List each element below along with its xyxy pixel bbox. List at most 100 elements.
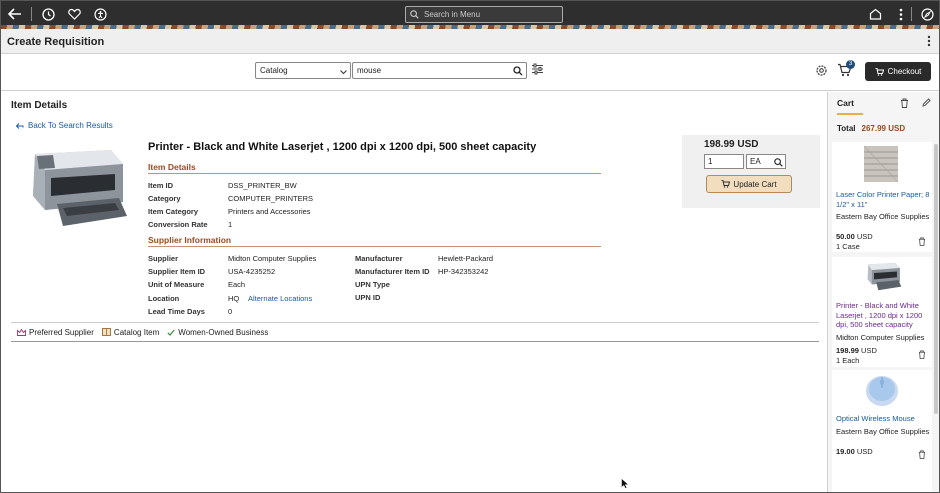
manufacturer-item-id-value: HP-342353242 bbox=[438, 267, 489, 276]
chevron-down-icon bbox=[340, 65, 347, 77]
search-type-select[interactable]: Catalog bbox=[255, 62, 351, 79]
manufacturer-item-id-label: Manufacturer Item ID bbox=[355, 267, 430, 276]
trash-icon[interactable] bbox=[918, 450, 926, 461]
supplier-label: Supplier bbox=[148, 254, 179, 263]
cart-item-currency: USD bbox=[856, 232, 873, 241]
lead-time-days-label: Lead Time Days bbox=[148, 307, 205, 316]
app-window: Search in Menu Create Requisition Catalo… bbox=[0, 0, 940, 493]
divider bbox=[911, 7, 912, 21]
cart-scrollbar[interactable] bbox=[934, 144, 938, 414]
history-icon[interactable] bbox=[40, 6, 56, 22]
top-navigation-bar: Search in Menu bbox=[1, 1, 939, 29]
checkout-label: Checkout bbox=[887, 67, 922, 76]
mouse-cursor-icon bbox=[621, 477, 630, 491]
section-divider bbox=[148, 246, 601, 247]
item-price: 198.99 USD bbox=[704, 139, 759, 150]
cart-item: Printer - Black and White Laserjet , 120… bbox=[832, 257, 932, 367]
product-image bbox=[23, 144, 129, 240]
page-title-bar: Create Requisition bbox=[1, 29, 939, 54]
item-id-label: Item ID bbox=[148, 181, 174, 190]
home-icon[interactable] bbox=[867, 6, 883, 22]
supplier-item-id-label: Supplier Item ID bbox=[148, 267, 206, 276]
category-label: Category bbox=[148, 194, 181, 203]
legend-preferred-supplier: Preferred Supplier bbox=[17, 328, 94, 337]
cart-item-supplier: Eastern Bay Office Supplies bbox=[836, 427, 930, 436]
cart-item-name[interactable]: Laser Color Printer Paper; 8 1/2" x 11" bbox=[836, 190, 930, 209]
cart-count-badge: 3 bbox=[846, 60, 855, 69]
check-icon bbox=[167, 329, 175, 336]
supplier-value: Midton Computer Supplies bbox=[228, 254, 317, 263]
cart-title: Cart bbox=[837, 98, 855, 108]
back-to-search-link[interactable]: Back To Search Results bbox=[15, 121, 113, 130]
accessibility-icon[interactable] bbox=[92, 6, 108, 22]
product-title: Printer - Black and White Laserjet , 120… bbox=[148, 141, 537, 153]
manufacturer-value: Hewlett-Packard bbox=[438, 254, 494, 263]
update-cart-button[interactable]: Update Cart bbox=[706, 175, 792, 193]
cart-item-price-value: 198.99 bbox=[836, 346, 859, 355]
cart-item-currency: USD bbox=[861, 346, 877, 355]
section-title: Item Details bbox=[11, 100, 68, 111]
unit-of-measure-value: Each bbox=[228, 280, 246, 289]
conversion-rate-label: Conversion Rate bbox=[148, 220, 208, 229]
cart-item-currency: USD bbox=[856, 447, 873, 456]
supplier-item-id-value: USA-4235252 bbox=[228, 267, 276, 276]
divider bbox=[31, 7, 32, 21]
cart-item-supplier: Midton Computer Supplies bbox=[836, 333, 925, 342]
item-search-input[interactable]: mouse bbox=[352, 62, 527, 79]
filter-sliders-icon[interactable] bbox=[531, 63, 545, 77]
back-return-icon bbox=[15, 122, 24, 129]
supplier-info-heading: Supplier Information bbox=[148, 235, 232, 245]
cart-icon bbox=[721, 180, 731, 188]
item-details-heading: Item Details bbox=[148, 162, 196, 172]
cart-total: Total 267.99 USD bbox=[837, 124, 905, 133]
trash-icon[interactable] bbox=[900, 98, 909, 110]
update-cart-label: Update Cart bbox=[733, 179, 777, 189]
navigator-compass-icon[interactable] bbox=[919, 6, 935, 22]
page-actions-menu-icon[interactable] bbox=[927, 35, 931, 50]
back-arrow-icon[interactable] bbox=[7, 6, 23, 22]
quantity-input[interactable]: 1 bbox=[704, 154, 744, 169]
legend-women-owned-label: Women-Owned Business bbox=[178, 327, 269, 337]
alternate-locations-link[interactable]: Alternate Locations bbox=[248, 294, 312, 303]
gear-icon[interactable] bbox=[815, 64, 829, 78]
menu-search-field[interactable]: Search in Menu bbox=[405, 6, 563, 23]
edit-pencil-icon[interactable] bbox=[922, 98, 931, 109]
cart-total-label: Total bbox=[837, 124, 856, 133]
unit-of-measure-input-value: EA bbox=[750, 157, 761, 166]
lead-time-days-value: 0 bbox=[228, 307, 233, 316]
search-type-value: Catalog bbox=[260, 66, 288, 75]
cart-item-name[interactable]: Optical Wireless Mouse bbox=[836, 414, 930, 424]
item-details-panel: Item Details Back To Search Results Prin… bbox=[1, 92, 827, 492]
cart-item-qty: 1 Each bbox=[836, 356, 860, 365]
legend-catalog-label: Catalog Item bbox=[113, 327, 160, 337]
cart-item-image bbox=[862, 144, 900, 184]
section-divider bbox=[148, 173, 601, 174]
favorite-heart-icon[interactable] bbox=[66, 6, 82, 22]
cart-total-amount: 267.99 USD bbox=[861, 124, 906, 133]
unit-of-measure-input[interactable]: EA bbox=[746, 154, 786, 169]
legend-preferred-label: Preferred Supplier bbox=[29, 327, 94, 337]
category-value: COMPUTER_PRINTERS bbox=[228, 194, 314, 203]
more-vertical-icon[interactable] bbox=[893, 6, 909, 22]
search-icon[interactable] bbox=[513, 64, 523, 78]
cart-item-name[interactable]: Printer - Black and White Laserjet , 120… bbox=[836, 301, 930, 330]
cart-item-price-value: 50.00 bbox=[836, 232, 855, 241]
upn-id-label: UPN ID bbox=[355, 293, 381, 302]
search-icon[interactable] bbox=[774, 156, 783, 169]
catalog-book-icon bbox=[101, 328, 111, 336]
cart-item-price: 19.00 USD bbox=[836, 447, 873, 456]
manufacturer-label: Manufacturer bbox=[355, 254, 403, 263]
checkout-button[interactable]: Checkout bbox=[865, 62, 931, 81]
legend-catalog-item: Catalog Item bbox=[101, 327, 160, 337]
trash-icon[interactable] bbox=[918, 350, 926, 361]
item-id-value: DSS_PRINTER_BW bbox=[228, 181, 297, 190]
cart-item-qty: 1 Case bbox=[836, 242, 860, 251]
cart-item-supplier: Eastern Bay Office Supplies bbox=[836, 212, 930, 221]
item-attributes-legend: Preferred Supplier Catalog Item Women-Ow… bbox=[11, 322, 819, 342]
conversion-rate-value: 1 bbox=[228, 220, 233, 229]
price-panel: 198.99 USD 1 EA Update Cart bbox=[682, 135, 820, 208]
crown-icon bbox=[17, 328, 26, 336]
catalog-search-bar: Catalog mouse 3 Checkout bbox=[1, 54, 939, 91]
trash-icon[interactable] bbox=[918, 237, 926, 248]
search-icon bbox=[410, 10, 419, 19]
